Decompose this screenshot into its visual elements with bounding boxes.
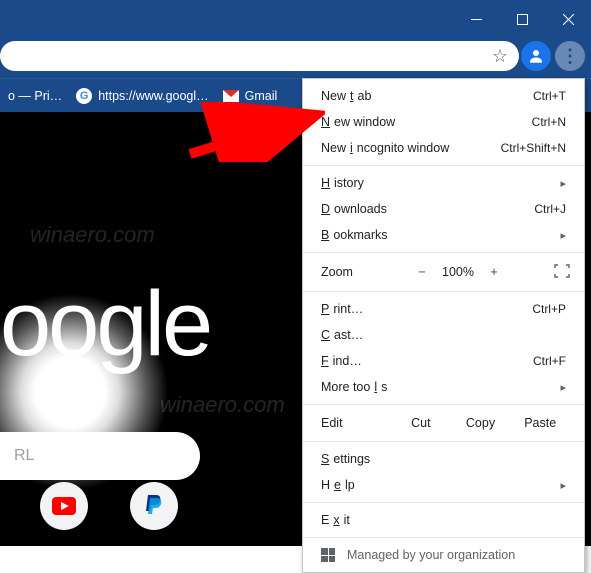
- menu-exit[interactable]: Exit: [303, 507, 584, 533]
- watermark-text: winaero.com: [160, 392, 285, 418]
- edit-copy-button[interactable]: Copy: [451, 416, 511, 430]
- chevron-right-icon: ▸: [560, 177, 566, 190]
- watermark-text: winaero.com: [30, 222, 155, 248]
- bookmark-item[interactable]: Gmail: [223, 89, 278, 103]
- menu-separator: [303, 502, 584, 503]
- edit-cut-button[interactable]: Cut: [391, 416, 451, 430]
- window-titlebar: [0, 0, 591, 38]
- menu-separator: [303, 291, 584, 292]
- youtube-icon: [52, 497, 76, 515]
- bookmark-label: o — Pri…: [8, 89, 62, 103]
- menu-separator: [303, 537, 584, 538]
- managed-label: Managed by your organization: [347, 548, 515, 562]
- menu-print[interactable]: Print… Ctrl+P: [303, 296, 584, 322]
- menu-help[interactable]: Help ▸: [303, 472, 584, 498]
- shortcuts-row: [0, 482, 178, 530]
- menu-history[interactable]: History ▸: [303, 170, 584, 196]
- shortcut-item[interactable]: [130, 482, 178, 530]
- paypal-icon: [145, 495, 163, 517]
- bookmark-star-icon[interactable]: ☆: [483, 46, 517, 67]
- google-search-input[interactable]: RL: [0, 432, 200, 480]
- menu-new-incognito[interactable]: New incognito window Ctrl+Shift+N: [303, 135, 584, 161]
- address-bar[interactable]: [0, 41, 519, 71]
- chevron-right-icon: ▸: [560, 479, 566, 492]
- bookmark-item[interactable]: o — Pri…: [8, 89, 62, 103]
- chevron-right-icon: ▸: [560, 229, 566, 242]
- edit-paste-button[interactable]: Paste: [510, 416, 570, 430]
- zoom-out-button[interactable]: −: [407, 265, 437, 279]
- bookmark-label: Gmail: [245, 89, 278, 103]
- organization-icon: [321, 548, 335, 562]
- bookmark-label: https://www.googl…: [98, 89, 208, 103]
- shortcut-text: Ctrl+T: [533, 89, 566, 103]
- bookmark-item[interactable]: G https://www.googl…: [76, 88, 208, 104]
- window-close-button[interactable]: [545, 0, 591, 38]
- fullscreen-button[interactable]: [554, 264, 570, 281]
- profile-avatar-icon[interactable]: [521, 41, 551, 71]
- menu-separator: [303, 165, 584, 166]
- menu-edit-row: Edit Cut Copy Paste: [303, 409, 584, 437]
- window-maximize-button[interactable]: [499, 0, 545, 38]
- google-favicon-icon: G: [76, 88, 92, 104]
- browser-toolbar: ☆ ⋮: [0, 38, 591, 78]
- fullscreen-icon: [554, 264, 570, 278]
- zoom-in-button[interactable]: +: [479, 265, 509, 279]
- menu-separator: [303, 404, 584, 405]
- menu-zoom-row: Zoom − 100% +: [303, 257, 584, 287]
- menu-separator: [303, 441, 584, 442]
- menu-new-tab[interactable]: New tab Ctrl+T: [303, 83, 584, 109]
- menu-bookmarks[interactable]: Bookmarks ▸: [303, 222, 584, 248]
- shortcut-text: Ctrl+N: [532, 115, 566, 129]
- chrome-menu-button[interactable]: ⋮: [555, 41, 585, 71]
- shortcut-text: Ctrl+F: [533, 354, 566, 368]
- zoom-label: Zoom: [321, 265, 407, 279]
- menu-find[interactable]: Find… Ctrl+F: [303, 348, 584, 374]
- menu-downloads[interactable]: Downloads Ctrl+J: [303, 196, 584, 222]
- gmail-favicon-icon: [223, 90, 239, 102]
- google-logo-text: oogle: [0, 272, 210, 377]
- search-placeholder: RL: [14, 447, 34, 465]
- menu-separator: [303, 252, 584, 253]
- shortcut-text: Ctrl+J: [534, 202, 566, 216]
- menu-more-tools[interactable]: More tools ▸: [303, 374, 584, 400]
- shortcut-text: Ctrl+Shift+N: [501, 141, 566, 155]
- window-minimize-button[interactable]: [453, 0, 499, 38]
- menu-cast[interactable]: Cast…: [303, 322, 584, 348]
- chrome-main-menu: New tab Ctrl+T New window Ctrl+N New inc…: [302, 78, 585, 573]
- chevron-right-icon: ▸: [560, 381, 566, 394]
- menu-settings[interactable]: Settings: [303, 446, 584, 472]
- zoom-value: 100%: [437, 265, 479, 279]
- shortcut-text: Ctrl+P: [532, 302, 566, 316]
- shortcut-item[interactable]: [40, 482, 88, 530]
- menu-new-window[interactable]: New window Ctrl+N: [303, 109, 584, 135]
